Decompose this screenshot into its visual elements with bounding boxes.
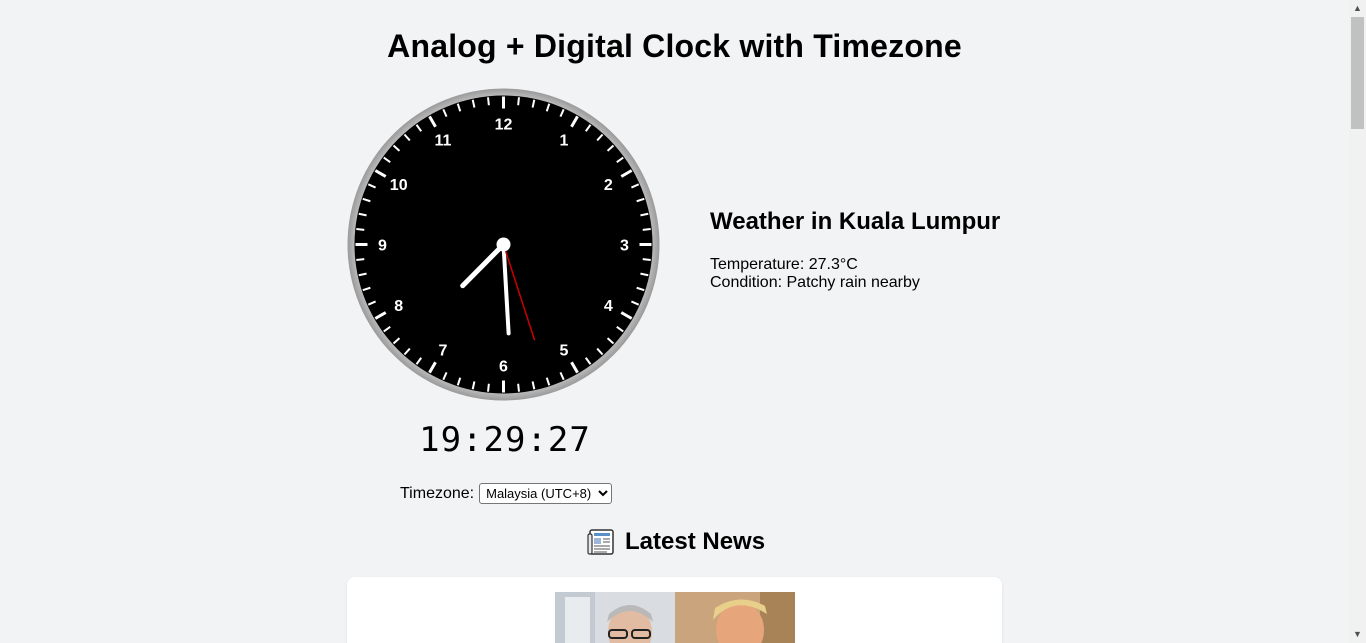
weather-condition: Condition: Patchy rain nearby [710, 274, 920, 291]
minute-tick [642, 258, 651, 261]
page: Analog + Digital Clock with Timezone 12 1… [0, 0, 1366, 643]
clock-numeral: 1 [560, 133, 569, 150]
clock-numeral: 9 [378, 238, 387, 255]
clock-numeral: 3 [620, 238, 629, 255]
page-title: Analog + Digital Clock with Timezone [387, 28, 962, 64]
digital-clock: 19:29:27 [419, 420, 591, 460]
timezone-label: Timezone: [400, 484, 475, 502]
minute-tick [642, 228, 651, 231]
minute-tick [356, 228, 365, 231]
weather-heading: Weather in Kuala Lumpur [710, 208, 1001, 235]
clock-center-pin [496, 237, 511, 252]
clock-numeral: 12 [495, 117, 513, 134]
news-header: Latest News [587, 528, 765, 556]
newspaper-icon [587, 529, 614, 555]
clock-numeral: 8 [394, 298, 403, 315]
timezone-row: Timezone: Malaysia (UTC+8) [400, 483, 613, 504]
minute-tick [356, 258, 365, 261]
weather-panel: Weather in Kuala Lumpur Temperature: 27.… [710, 208, 1030, 292]
minute-tick [517, 97, 520, 106]
clock-numeral: 2 [604, 177, 613, 194]
minute-tick [487, 97, 490, 106]
news-photo [555, 592, 795, 643]
clock-numeral: 10 [390, 177, 408, 194]
clock-numeral: 4 [604, 298, 613, 315]
clock-numeral: 11 [435, 133, 452, 150]
scroll-thumb[interactable] [1351, 17, 1364, 129]
clock-numeral: 7 [439, 342, 448, 359]
timezone-select[interactable]: Malaysia (UTC+8) [479, 483, 613, 504]
page-scrollbar[interactable]: ▲ ▼ [1349, 0, 1366, 643]
minute-tick [517, 383, 520, 392]
analog-clock-face: 121234567891011 [347, 88, 660, 401]
scroll-up-icon[interactable]: ▲ [1349, 0, 1366, 17]
clock-numeral: 6 [499, 359, 508, 376]
news-card[interactable] [347, 577, 1002, 643]
analog-clock: 12 1 2 3 4 5 6 7 8 9 10 11 [347, 88, 660, 401]
scroll-down-icon[interactable]: ▼ [1349, 626, 1366, 643]
news-heading: Latest News [625, 528, 766, 555]
news-image[interactable] [555, 592, 795, 643]
minute-tick [487, 383, 490, 392]
clock-numeral: 5 [560, 342, 569, 359]
weather-temperature: Temperature: 27.3°C [710, 256, 858, 273]
